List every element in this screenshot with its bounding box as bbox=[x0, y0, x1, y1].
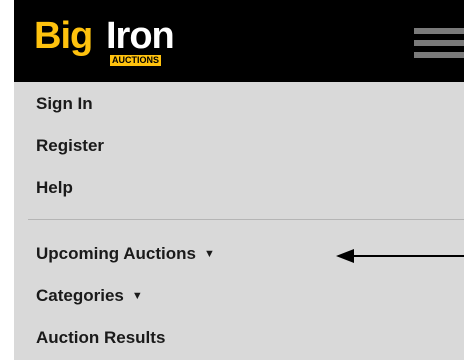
menu-item-label: Sign In bbox=[36, 94, 93, 113]
logo-text-iron: Iron bbox=[106, 15, 175, 57]
hamburger-menu-icon[interactable] bbox=[414, 28, 464, 60]
hamburger-bar bbox=[414, 28, 464, 34]
left-arrow-icon bbox=[336, 249, 464, 263]
menu-item-label: Help bbox=[36, 178, 73, 197]
page-frame: Big Iron AUCTIONS Sign In Register Help … bbox=[0, 0, 464, 360]
caret-down-icon: ▼ bbox=[131, 290, 143, 302]
menu-item-upcoming-auctions[interactable]: Upcoming Auctions ▼ bbox=[36, 244, 215, 264]
logo-text-big: Big bbox=[34, 15, 93, 57]
bigiron-logo[interactable]: Big Iron AUCTIONS bbox=[34, 16, 178, 68]
site-header: Big Iron AUCTIONS bbox=[14, 0, 464, 82]
menu-item-label: Categories bbox=[36, 286, 124, 305]
menu-item-categories[interactable]: Categories ▼ bbox=[36, 286, 143, 306]
menu-divider bbox=[28, 219, 464, 220]
menu-item-sign-in[interactable]: Sign In bbox=[36, 94, 93, 114]
menu-item-help[interactable]: Help bbox=[36, 178, 73, 198]
menu-item-register[interactable]: Register bbox=[36, 136, 104, 156]
hamburger-bar bbox=[414, 40, 464, 46]
hamburger-bar bbox=[414, 52, 464, 58]
menu-item-label: Upcoming Auctions bbox=[36, 244, 196, 263]
caret-down-icon: ▼ bbox=[203, 248, 215, 260]
logo-tagline: AUCTIONS bbox=[110, 55, 161, 66]
menu-item-auction-results[interactable]: Auction Results bbox=[36, 328, 165, 348]
menu-item-label: Register bbox=[36, 136, 105, 155]
nav-menu: Sign In Register Help Upcoming Auctions ▼… bbox=[14, 82, 464, 360]
menu-item-label: Auction Results bbox=[36, 328, 166, 347]
